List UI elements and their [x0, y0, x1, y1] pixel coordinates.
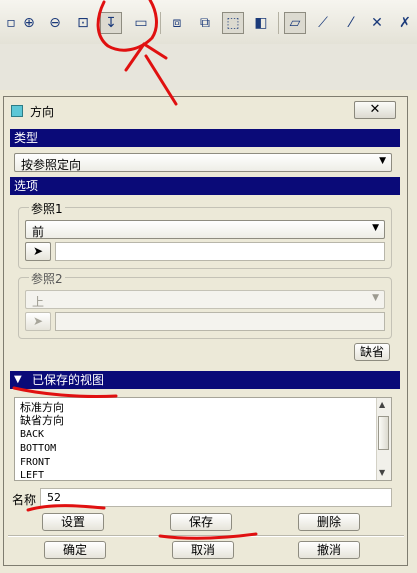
reference2-group: 参照2 上 ▼ ➤ [18, 270, 392, 339]
saved-views-header[interactable]: 已保存的视图 [10, 371, 400, 389]
coord-sys-icon[interactable]: ✕ [366, 12, 388, 34]
close-button[interactable]: ✕ [354, 101, 396, 119]
list-item[interactable]: BOTTOM [20, 443, 56, 455]
ok-button[interactable]: 确定 [44, 541, 106, 559]
main-toolbar: ▫ ⊕ ⊖ ⊡ ↧ ▭ ⧈ ⧉ ⬚ ◧ ▱ ⟋ ⁄ ✕ ✗ [0, 0, 417, 45]
orientation-dialog: 方向 ✕ 类型 按参照定向 ▼ 选项 参照1 前 ▼ ➤ 参照2 上 ▼ ➤ 缺… [3, 96, 408, 566]
chevron-down-icon: ▼ [372, 293, 379, 303]
dialog-titlebar[interactable]: 方向 ✕ [4, 97, 407, 123]
wireframe-cube-icon[interactable]: ⧈ [166, 12, 188, 34]
datum-point-icon[interactable]: ⁄ [340, 12, 362, 34]
axis-label-icon[interactable]: ✗ [394, 12, 416, 34]
toolbar-separator [278, 12, 279, 34]
zoom-out-icon[interactable]: ⊖ [44, 12, 66, 34]
reorient-icon[interactable]: ↧ [100, 12, 122, 34]
scrollbar-thumb[interactable] [378, 416, 389, 450]
reference1-collector[interactable] [55, 242, 385, 261]
reference1-label: 参照1 [29, 200, 65, 217]
reference1-group: 参照1 前 ▼ ➤ [18, 200, 392, 269]
chevron-down-icon: ▼ [379, 156, 386, 166]
list-item[interactable]: 缺省方向 [20, 415, 64, 427]
zoom-in-icon[interactable]: ⊕ [18, 12, 40, 34]
list-item[interactable]: BACK [20, 429, 44, 441]
view-name-label: 名称 [12, 493, 37, 507]
reference1-dropdown[interactable]: 前 ▼ [25, 220, 385, 239]
view-name-input[interactable]: 52 [40, 488, 392, 507]
list-item[interactable]: 标准方向 [20, 402, 64, 414]
shaded-cube-icon[interactable]: ◧ [250, 12, 272, 34]
type-section-header: 类型 [10, 129, 400, 147]
reference2-select-button[interactable]: ➤ [25, 312, 51, 331]
list-item[interactable]: FRONT [20, 457, 50, 469]
reference2-dropdown[interactable]: 上 ▼ [25, 290, 385, 309]
reference2-collector[interactable] [55, 312, 385, 331]
zoom-fit-icon[interactable]: ⊡ [72, 12, 94, 34]
datum-plane-icon[interactable]: ▱ [284, 12, 306, 34]
saved-views-list[interactable]: 标准方向 缺省方向 BACK BOTTOM FRONT LEFT ▲ ▼ [14, 397, 392, 481]
toolbar-empty-area [0, 44, 417, 90]
hidden-line-cube-icon[interactable]: ⧉ [194, 12, 216, 34]
reference2-value: 上 [32, 295, 45, 309]
orientation-type-value: 按参照定向 [21, 158, 82, 172]
list-scrollbar[interactable]: ▲ ▼ [376, 398, 391, 480]
default-button[interactable]: 缺省 [354, 343, 390, 361]
no-hidden-cube-icon[interactable]: ⬚ [222, 12, 244, 34]
cursor-arrow-icon: ➤ [32, 314, 44, 328]
delete-button[interactable]: 删除 [298, 513, 360, 531]
cancel-button[interactable]: 取消 [172, 541, 234, 559]
reference2-label: 参照2 [29, 270, 65, 287]
set-button[interactable]: 设置 [42, 513, 104, 531]
options-section-header: 选项 [10, 177, 400, 195]
footer-divider [8, 535, 404, 537]
window-icon [11, 105, 23, 117]
save-button[interactable]: 保存 [170, 513, 232, 531]
dialog-title: 方向 [30, 105, 55, 119]
saved-views-header-label: 已保存的视图 [32, 373, 105, 387]
list-item[interactable]: LEFT [20, 470, 44, 482]
saved-views-icon[interactable]: ▭ [130, 12, 152, 34]
datum-axis-icon[interactable]: ⟋ [312, 12, 334, 34]
undo-button[interactable]: 撤消 [298, 541, 360, 559]
reference1-value: 前 [32, 225, 45, 239]
reference1-select-button[interactable]: ➤ [25, 242, 51, 261]
chevron-down-icon: ▼ [372, 223, 379, 233]
cursor-arrow-icon: ➤ [32, 244, 44, 258]
scroll-down-icon[interactable]: ▼ [379, 468, 385, 477]
scroll-up-icon[interactable]: ▲ [379, 400, 385, 409]
toolbar-separator [160, 12, 161, 34]
orientation-type-dropdown[interactable]: 按参照定向 ▼ [14, 153, 392, 172]
expand-triangle-icon[interactable]: ▼ [14, 374, 22, 385]
